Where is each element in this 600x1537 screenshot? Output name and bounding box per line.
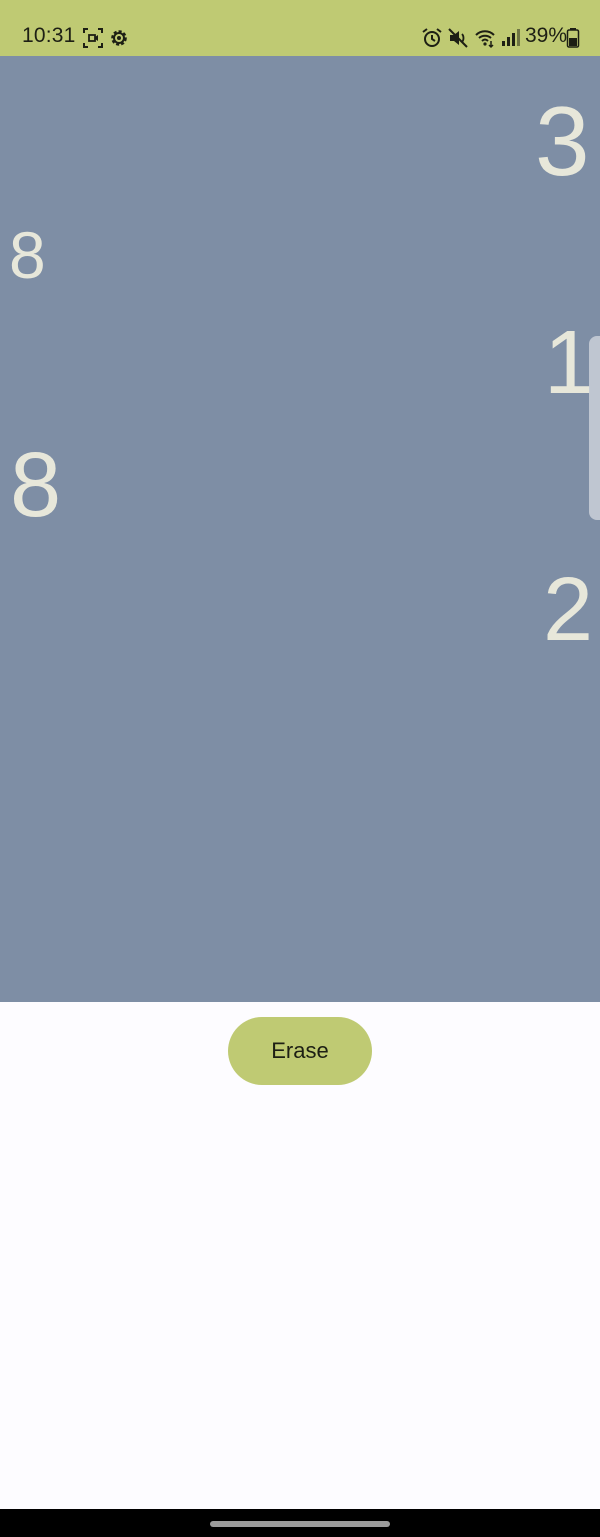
settings-gear-icon	[108, 27, 130, 49]
battery-icon	[566, 27, 580, 49]
digit-label: 8	[10, 434, 62, 536]
status-bar: 10:31 39%	[0, 0, 600, 56]
home-indicator[interactable]	[210, 1521, 390, 1527]
alarm-icon	[421, 27, 443, 49]
screen-record-icon	[82, 27, 104, 49]
battery-percentage: 39%	[525, 24, 568, 47]
mute-icon	[447, 27, 469, 49]
digit-label: 2	[543, 560, 594, 660]
digit-label: 1	[544, 313, 595, 413]
signal-icon	[499, 27, 521, 49]
digit-label: 3	[535, 86, 590, 196]
erase-button[interactable]: Erase	[228, 1017, 372, 1085]
wifi-icon	[474, 27, 496, 49]
digit-label: 8	[9, 218, 46, 292]
status-time: 10:31	[22, 24, 76, 47]
navigation-bar	[0, 1509, 600, 1537]
drawing-canvas[interactable]: 3 8 1 8 2	[0, 56, 600, 1002]
scrollbar-handle[interactable]	[589, 336, 600, 520]
